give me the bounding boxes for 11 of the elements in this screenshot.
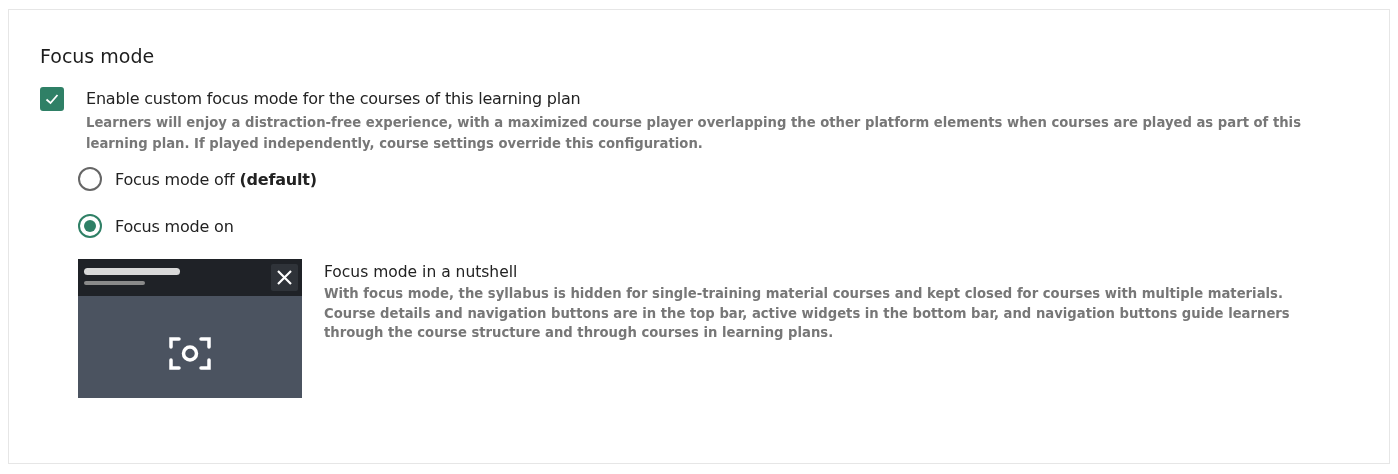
info-text: With focus mode, the syllabus is hidden for single-training material courses and kept closed for courses with multiple materials. Course details and navigation buttons are in the top bar, active widgets in the bottom bar, and navigation buttons guide learners through the course structure and through courses in learning plans. xyxy=(324,285,1291,342)
check-icon xyxy=(45,93,59,105)
radio-label: Focus mode off (default) xyxy=(115,169,317,189)
radio-label: Focus mode on xyxy=(115,216,234,236)
radio-button[interactable] xyxy=(78,167,102,191)
checkbox-label: Enable custom focus mode for the courses of this learning plan xyxy=(86,88,582,110)
description-text: Learners will enjoy a distraction-free experience, with a maximized course player overlapping the other platform elements when courses are played as part of this learning plan. If played independently, course settings override this configuration. xyxy=(86,114,1302,153)
checkbox[interactable] xyxy=(40,87,64,111)
section-title: Focus mode xyxy=(40,44,156,69)
radio-button[interactable] xyxy=(78,214,102,238)
info-title: Focus mode in a nutshell xyxy=(324,262,519,283)
